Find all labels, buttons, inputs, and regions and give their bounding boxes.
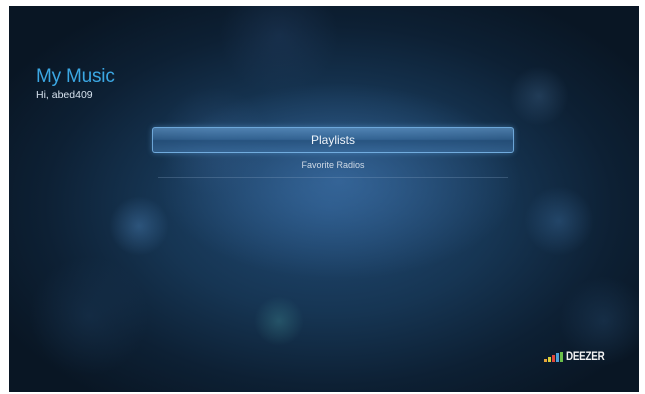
bokeh-light [29, 256, 149, 376]
equalizer-bar [552, 355, 555, 362]
menu-item-favorite-radios[interactable]: Favorite Radios [158, 153, 508, 178]
bokeh-light [524, 186, 594, 256]
equalizer-bar [556, 353, 559, 362]
menu-item-label: Favorite Radios [301, 160, 365, 170]
user-greeting: Hi, abed409 [36, 89, 93, 101]
bokeh-light [109, 196, 169, 256]
menu-item-label: Playlists [310, 133, 355, 147]
equalizer-bar [560, 352, 563, 362]
equalizer-bar [544, 359, 547, 362]
deezer-logo: DEEZER [544, 348, 613, 362]
page-header: My Music Hi, abed409 [36, 66, 115, 102]
equalizer-icon [544, 352, 564, 362]
equalizer-bar [548, 357, 551, 362]
bokeh-light [509, 66, 569, 126]
page-title: My Music [36, 66, 115, 87]
bokeh-light [254, 296, 304, 346]
music-menu: Playlists Favorite Radios [152, 127, 514, 178]
tv-screen: My Music Hi, abed409 Playlists Favorite … [9, 6, 639, 392]
bokeh-light [219, 6, 339, 96]
menu-item-playlists[interactable]: Playlists [152, 127, 514, 153]
logo-text: DEEZER [566, 349, 605, 363]
